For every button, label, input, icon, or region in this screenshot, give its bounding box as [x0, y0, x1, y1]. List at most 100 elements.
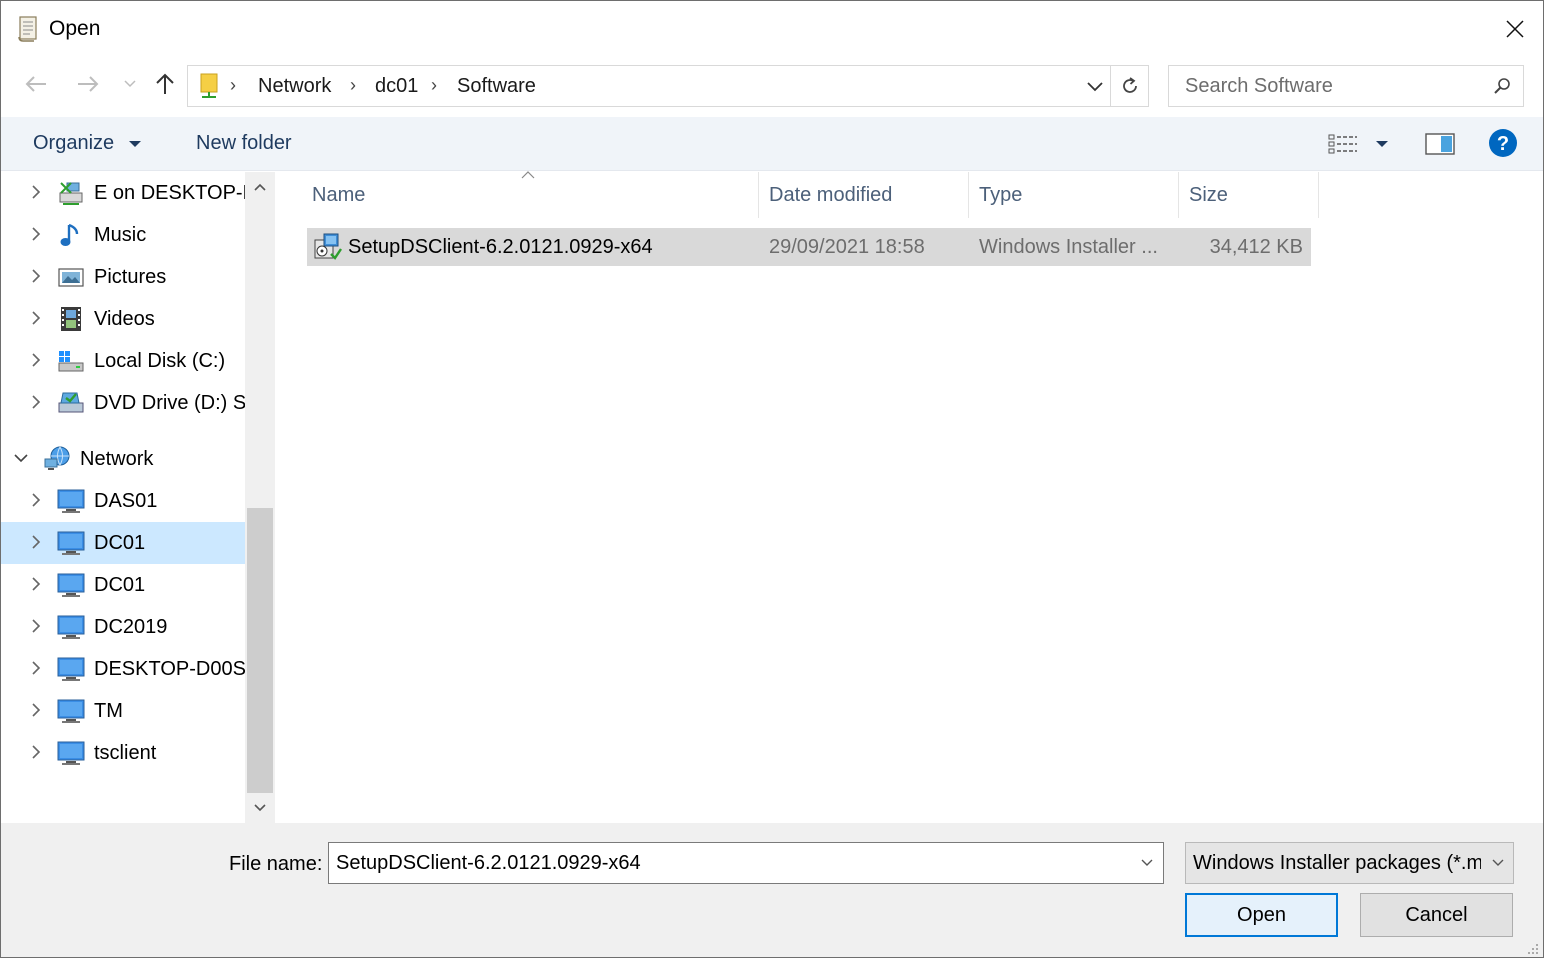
file-name: SetupDSClient-6.2.0121.0929-x64 — [348, 236, 653, 258]
chevron-right-icon — [32, 227, 41, 241]
scroll-down-button[interactable] — [245, 793, 275, 823]
tree-item-dc01[interactable]: DC01 — [1, 564, 245, 606]
tree-item-label: tsclient — [94, 742, 157, 764]
tree-item-label: Music — [94, 224, 147, 246]
organize-button[interactable]: Organize — [33, 132, 142, 155]
preview-pane-button[interactable] — [1423, 129, 1457, 159]
tree-item-desktop-d00s5a[interactable]: DESKTOP-D00S5A — [1, 648, 245, 690]
column-header-label: Name — [312, 184, 366, 206]
search-icon — [1494, 78, 1510, 94]
up-button[interactable] — [150, 69, 180, 99]
window-title: Open — [49, 17, 101, 40]
tree-item-videos[interactable]: Videos — [1, 298, 245, 340]
forward-arrow-icon — [78, 76, 99, 92]
tree-item-music[interactable]: Music — [1, 214, 245, 256]
dialog-footer: File name: Windows Installer packages (*… — [1, 823, 1543, 957]
navigation-tree: E on DESKTOP-M Music Pictures Videos Loc… — [1, 172, 245, 823]
breadcrumb-dc01[interactable]: dc01 — [375, 75, 418, 98]
chevron-right-icon — [32, 745, 41, 759]
dvd-drive-icon — [58, 392, 84, 413]
computer-icon — [57, 531, 85, 555]
breadcrumb-separator: › — [230, 75, 236, 95]
help-button[interactable]: ? — [1487, 127, 1519, 159]
scrollbar-thumb[interactable] — [247, 508, 273, 793]
new-folder-button[interactable]: New folder — [196, 132, 292, 155]
chevron-right-icon — [32, 703, 41, 717]
tree-item-tm[interactable]: TM — [1, 690, 245, 732]
file-list: Name Date modified Type Size SetupDSClie… — [275, 171, 1543, 823]
tree-item-tsclient[interactable]: tsclient — [1, 732, 245, 774]
file-name-dropdown-button[interactable] — [1135, 851, 1159, 875]
column-header-label: Date modified — [769, 184, 893, 206]
file-size: 34,412 KB — [1209, 236, 1303, 258]
computer-icon — [57, 657, 85, 681]
file-name-input[interactable] — [329, 843, 1129, 883]
refresh-button[interactable] — [1111, 65, 1149, 107]
file-row[interactable]: SetupDSClient-6.2.0121.0929-x64 29/09/20… — [307, 228, 1311, 266]
resize-grip-icon[interactable] — [1525, 941, 1539, 955]
column-divider[interactable] — [1318, 172, 1319, 218]
breadcrumb-network[interactable]: Network — [258, 75, 331, 98]
open-button[interactable]: Open — [1185, 893, 1338, 937]
tree-item-pictures[interactable]: Pictures — [1, 256, 245, 298]
tree-item-label: Local Disk (C:) — [94, 350, 226, 372]
address-dropdown-button[interactable] — [1082, 74, 1108, 100]
preview-pane-icon — [1425, 133, 1455, 155]
organize-label: Organize — [33, 132, 115, 154]
chevron-down-icon — [1087, 82, 1103, 92]
refresh-icon — [1122, 77, 1137, 93]
search-box[interactable] — [1168, 65, 1524, 107]
tree-item-label: DVD Drive (D:) SS — [94, 392, 245, 414]
tree-item-network[interactable]: Network — [1, 438, 245, 480]
chevron-right-icon — [32, 353, 41, 367]
breadcrumb-separator: › — [431, 75, 437, 95]
help-icon: ? — [1489, 129, 1517, 157]
chevron-down-icon — [1492, 859, 1504, 866]
column-header-size[interactable]: Size — [1179, 172, 1318, 218]
scroll-up-button[interactable] — [245, 172, 275, 202]
chevron-up-icon — [254, 183, 266, 191]
command-toolbar: Organize New folder ? — [1, 117, 1543, 171]
tree-item-label: Pictures — [94, 266, 167, 288]
chevron-right-icon — [32, 395, 41, 409]
column-header-type[interactable]: Type — [969, 172, 1178, 218]
navigation-scrollbar[interactable] — [245, 172, 275, 823]
tree-item-das01[interactable]: DAS01 — [1, 480, 245, 522]
tree-item-e-on-desktop[interactable]: E on DESKTOP-M — [1, 172, 245, 214]
navigation-pane: E on DESKTOP-M Music Pictures Videos Loc… — [1, 172, 275, 823]
tree-item-local-disk[interactable]: Local Disk (C:) — [1, 340, 245, 382]
filter-dropdown-button[interactable] — [1486, 851, 1510, 875]
column-header-date-modified[interactable]: Date modified — [759, 172, 968, 218]
column-header-name[interactable]: Name — [302, 172, 758, 218]
view-options-dropdown[interactable] — [1371, 133, 1393, 155]
tree-item-label: DC01 — [94, 574, 146, 596]
up-arrow-icon — [156, 73, 174, 94]
recent-locations-button[interactable] — [115, 69, 145, 99]
chevron-down-icon — [254, 804, 266, 812]
close-button[interactable] — [1495, 9, 1535, 49]
breadcrumb-software[interactable]: Software — [457, 75, 536, 98]
file-name-combobox[interactable] — [328, 842, 1164, 884]
file-type: Windows Installer ... — [979, 236, 1158, 258]
file-type-filter-select[interactable]: Windows Installer packages (*.msi) — [1185, 842, 1514, 884]
computer-icon — [57, 615, 85, 639]
tree-item-dvd-drive[interactable]: DVD Drive (D:) SS — [1, 382, 245, 424]
back-button[interactable] — [21, 69, 51, 99]
chevron-down-icon — [14, 454, 28, 463]
breadcrumb-separator: › — [350, 75, 356, 95]
open-dialog: Open › Network › dc01 › Software Search … — [0, 0, 1544, 958]
change-view-button[interactable] — [1325, 129, 1361, 159]
cancel-button[interactable]: Cancel — [1360, 893, 1513, 937]
tree-item-dc01-selected[interactable]: DC01 — [1, 522, 245, 564]
search-input[interactable] — [1170, 67, 1480, 105]
svg-text:?: ? — [1497, 133, 1509, 155]
tree-item-label: Network — [80, 448, 154, 470]
tree-item-dc2019[interactable]: DC2019 — [1, 606, 245, 648]
forward-button[interactable] — [73, 69, 103, 99]
tree-item-label: Videos — [94, 308, 155, 330]
file-date-modified: 29/09/2021 18:58 — [769, 236, 925, 258]
tree-item-label: TM — [94, 700, 123, 722]
computer-icon — [57, 741, 85, 765]
address-bar[interactable]: › Network › dc01 › Software — [187, 65, 1111, 107]
column-header-label: Size — [1189, 184, 1228, 206]
